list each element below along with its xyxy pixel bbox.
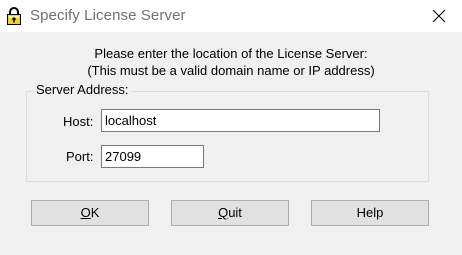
instructions: Please enter the location of the License… (0, 45, 462, 79)
help-button[interactable]: Help (311, 200, 429, 226)
window-title: Specify License Server (30, 7, 186, 24)
host-label: Host: (63, 114, 94, 129)
port-label: Port: (66, 149, 94, 164)
close-icon (432, 9, 446, 23)
port-input[interactable] (101, 145, 204, 168)
ok-mnemonic: O (80, 205, 91, 220)
ok-label-rest: K (90, 205, 100, 220)
quit-label-rest: uit (228, 205, 242, 220)
ok-button[interactable]: OK (31, 200, 149, 226)
quit-mnemonic: Q (218, 205, 229, 220)
server-address-label: Server Address: (34, 82, 131, 97)
padlock-icon[interactable] (6, 6, 22, 26)
instruction-line-1: Please enter the location of the License… (94, 46, 368, 61)
instruction-line-2: (This must be a valid domain name or IP … (87, 63, 375, 78)
close-button[interactable] (416, 0, 462, 32)
title-bar[interactable]: Specify License Server (0, 0, 462, 32)
host-input[interactable] (101, 109, 380, 132)
server-address-group (26, 91, 429, 182)
quit-button[interactable]: Quit (171, 200, 289, 226)
